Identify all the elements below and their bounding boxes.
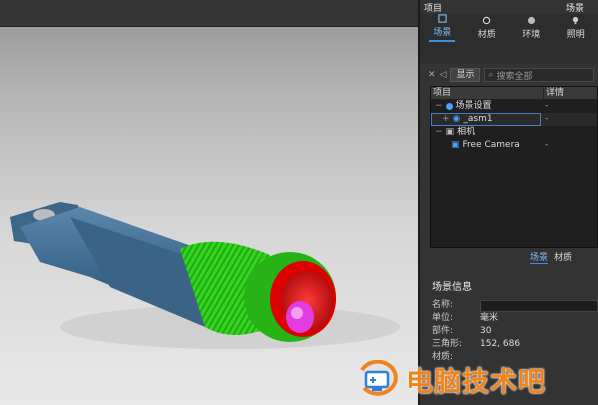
tab-environment[interactable]: 环境 — [509, 14, 554, 42]
watermark-text: 电脑技术吧 — [406, 366, 546, 398]
unit-value: 毫米 — [480, 313, 499, 323]
scene-info-title: 场景信息 — [432, 282, 472, 293]
tree-row-free-camera[interactable]: ▣ Free Camera - — [431, 139, 597, 152]
render-canvas[interactable] — [0, 27, 418, 405]
tree-row-asm1[interactable]: + ◉ _asm1 - — [431, 113, 597, 126]
tab-material[interactable]: 材质 — [465, 14, 510, 42]
tab-bar: 场景 材质 环境 照明 — [420, 14, 598, 64]
tree-row-detail: - — [545, 101, 549, 111]
info-tabs: 场景 材质 — [530, 250, 598, 264]
tab-material-label: 材质 — [477, 30, 496, 40]
triangles-value: 152, 686 — [480, 339, 521, 349]
tree-header: 项目 详情 — [431, 87, 597, 100]
show-button[interactable]: 显示 — [450, 68, 481, 82]
panel-title: 项目 — [424, 3, 443, 14]
panel-header: 项目 场景 — [420, 0, 598, 14]
material-icon — [483, 16, 491, 25]
panel-subtitle: 场景 — [565, 3, 584, 14]
unit-label: 单位: — [432, 313, 454, 323]
tree-row-camera-group[interactable]: − ▣ 相机 — [431, 126, 597, 139]
tab-active-underline — [429, 40, 456, 42]
tree-row-label: 相机 — [457, 127, 476, 137]
expand-icon[interactable]: − — [435, 100, 443, 113]
product-render — [10, 202, 400, 349]
tab-scene-label: 场景 — [433, 28, 452, 38]
visibility-eye-icon[interactable]: ◉ — [453, 113, 461, 126]
expand-icon[interactable]: − — [435, 126, 443, 139]
tree-row-detail: - — [545, 114, 549, 124]
tab-lighting-label: 照明 — [566, 30, 585, 40]
scene-icon — [438, 14, 447, 23]
search-input[interactable]: ⌕ 搜索全部 — [484, 68, 594, 82]
tree-row-detail — [541, 126, 597, 139]
name-field[interactable] — [480, 300, 598, 312]
environment-icon — [527, 16, 535, 25]
column-project[interactable]: 项目 — [431, 87, 544, 99]
search-icon: ⌕ — [488, 70, 494, 80]
collapse-icon[interactable]: ✕ — [428, 70, 436, 80]
filter-icon[interactable]: ◁ — [440, 70, 447, 80]
lighting-icon — [573, 16, 579, 25]
3d-viewport[interactable] — [0, 0, 418, 405]
tree-row-scene-settings[interactable]: − 场景设置 - — [431, 100, 597, 113]
tree-row-label: _asm1 — [463, 114, 493, 124]
watermark-logo-icon — [360, 360, 398, 396]
parts-value: 30 — [480, 326, 492, 336]
parts-label: 部件: — [432, 326, 454, 336]
info-tab-scene[interactable]: 场景 — [530, 250, 549, 264]
tree-toolbar: ✕ ◁ 显示 ⌕ 搜索全部 — [428, 68, 594, 82]
scene-tree[interactable]: 项目 详情 − 场景设置 - + ◉ _asm1 - − ▣ 相机 ▣ Free Camer… — [430, 86, 598, 248]
info-tab-material[interactable]: 材质 — [554, 250, 572, 264]
name-label: 名称: — [432, 300, 454, 310]
triangles-label: 三角形: — [432, 339, 463, 349]
tab-scene[interactable]: 场景 — [420, 14, 465, 42]
tree-row-label: 场景设置 — [455, 101, 492, 111]
expand-icon[interactable]: + — [442, 113, 450, 126]
viewport-toolbar — [0, 0, 418, 27]
camera-icon: ▣ — [445, 127, 455, 137]
column-details[interactable]: 详情 — [544, 87, 597, 99]
search-placeholder: 搜索全部 — [496, 71, 533, 82]
scene-settings-icon — [445, 103, 453, 110]
tree-row-label: Free Camera — [462, 140, 520, 150]
camera-icon: ▣ — [451, 140, 460, 150]
watermark: 电脑技术吧 — [356, 356, 598, 402]
tab-environment-label: 环境 — [522, 30, 541, 40]
tree-row-detail: - — [545, 140, 549, 150]
tab-lighting[interactable]: 照明 — [554, 14, 598, 42]
scene-info: 场景信息 名称: 单位: 毫米 部件: 30 三角形: 152, 686 材质: — [432, 278, 598, 364]
